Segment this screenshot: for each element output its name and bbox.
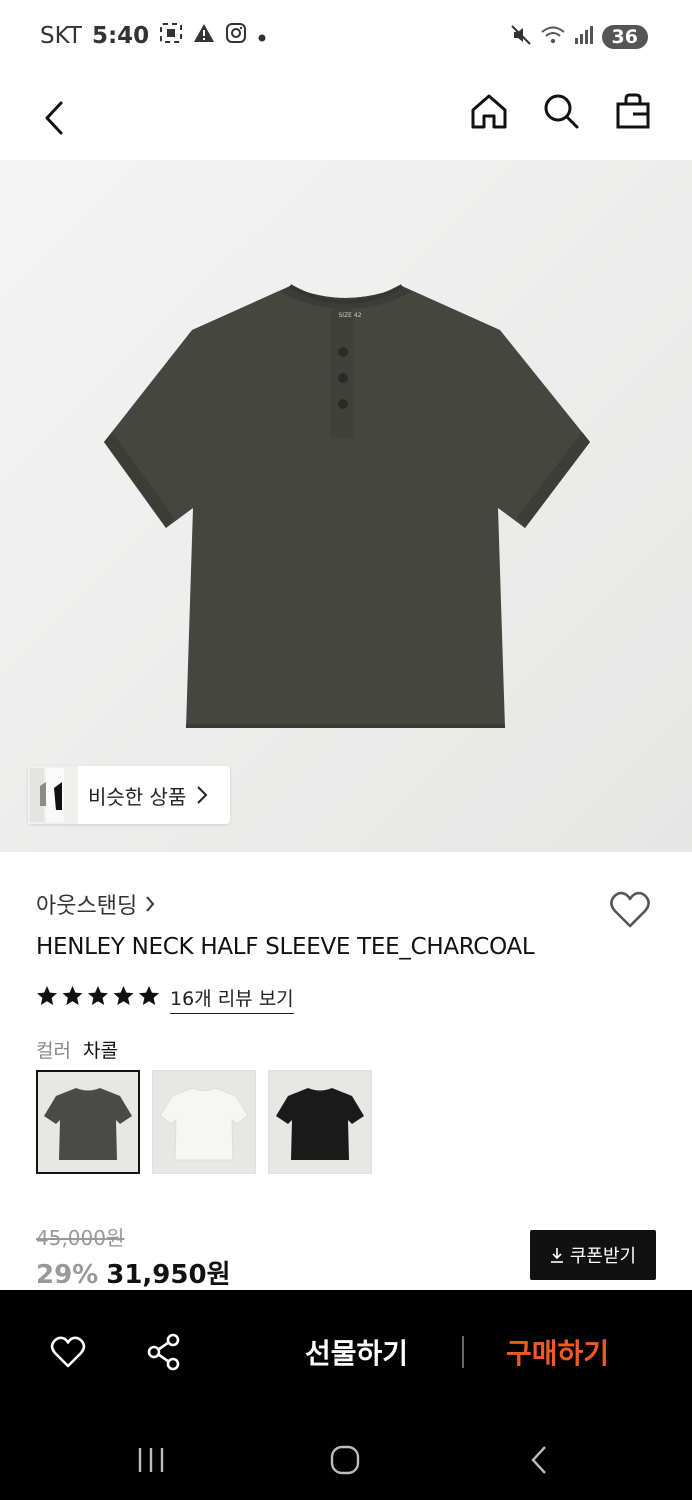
coupon-button[interactable]: 쿠폰받기 [530, 1230, 656, 1280]
button-divider [462, 1336, 464, 1368]
back-button[interactable] [34, 90, 74, 146]
tshirt-black-thumb [276, 1088, 364, 1160]
original-price: 45,000원 [36, 1226, 125, 1250]
color-label: 컬러 [36, 1040, 71, 1062]
star-rating [36, 985, 160, 1013]
review-link[interactable]: 16개 리뷰 보기 [170, 984, 294, 1014]
status-bar: SKT 5:40 36 [0, 0, 692, 78]
tshirt-illustration: SIZE 42 [0, 160, 692, 852]
heart-icon [610, 891, 650, 928]
home-circle-icon [330, 1445, 360, 1475]
signal-icon [574, 25, 594, 49]
coupon-label: 쿠폰받기 [569, 1246, 637, 1267]
header-actions [468, 90, 654, 132]
mute-icon [510, 24, 532, 50]
status-right: 36 [510, 24, 648, 50]
home-icon [471, 94, 507, 129]
bottom-action-bar: 선물하기 구매하기 [0, 1290, 692, 1500]
discount-rate: 29% [36, 1260, 99, 1290]
wishlist-button[interactable] [608, 888, 652, 932]
tshirt-white-thumb [159, 1087, 249, 1161]
share-icon [147, 1333, 180, 1371]
warning-icon [193, 23, 215, 49]
price-row: 29% 31,950원 [36, 1254, 231, 1291]
bottom-wishlist-button[interactable] [48, 1330, 88, 1374]
search-button[interactable] [540, 90, 582, 132]
dot-icon [257, 23, 267, 49]
cart-button[interactable] [612, 90, 654, 132]
brand-name: 아웃스탠딩 [36, 894, 138, 919]
download-icon [550, 1248, 563, 1263]
color-row: 컬러 차콜 [36, 1036, 118, 1063]
swatch-charcoal[interactable] [36, 1070, 140, 1174]
screenshot-icon [159, 22, 183, 50]
home-nav-button[interactable] [320, 1440, 370, 1480]
battery-badge: 36 [601, 25, 648, 49]
gift-button[interactable]: 선물하기 [305, 1332, 408, 1372]
brand-link[interactable]: 아웃스탠딩 [36, 888, 155, 920]
bottom-icons [48, 1330, 184, 1374]
similar-products-label: 비슷한 상품 [88, 784, 187, 809]
search-icon [544, 94, 579, 129]
back-nav-button[interactable] [514, 1440, 564, 1480]
heart-icon [50, 1336, 86, 1368]
share-button[interactable] [144, 1330, 184, 1374]
product-title: HENLEY NECK HALF SLEEVE TEE_CHARCOAL [36, 934, 535, 960]
home-button[interactable] [468, 90, 510, 132]
status-left: SKT 5:40 [40, 22, 267, 50]
similar-products-button[interactable]: 비슷한 상품 [28, 766, 231, 824]
swatch-black[interactable] [268, 1070, 372, 1174]
tshirt-charcoal-thumb [44, 1088, 132, 1160]
carrier-label: SKT [40, 23, 82, 49]
product-image[interactable]: SIZE 42 비슷한 상품 [0, 160, 692, 852]
shopping-bag-icon [616, 93, 650, 129]
recent-apps-icon [138, 1448, 164, 1472]
chevron-left-icon [45, 101, 63, 135]
system-nav-bar [0, 1430, 692, 1486]
wifi-icon [540, 24, 566, 50]
buy-button[interactable]: 구매하기 [506, 1332, 609, 1372]
instagram-icon [225, 22, 247, 50]
recent-apps-button[interactable] [126, 1440, 176, 1480]
svg-text:SIZE 42: SIZE 42 [338, 312, 361, 319]
chevron-right-icon [146, 896, 155, 912]
top-nav [0, 78, 692, 160]
back-arrow-icon [531, 1446, 546, 1474]
color-swatches [36, 1070, 372, 1174]
sale-price: 31,950원 [106, 1260, 231, 1290]
color-value: 차콜 [82, 1040, 118, 1062]
rating-row: 16개 리뷰 보기 [36, 984, 294, 1014]
chevron-right-icon [197, 786, 208, 804]
swatch-white[interactable] [152, 1070, 256, 1174]
similar-thumbnails [28, 766, 78, 824]
clock: 5:40 [91, 23, 150, 49]
